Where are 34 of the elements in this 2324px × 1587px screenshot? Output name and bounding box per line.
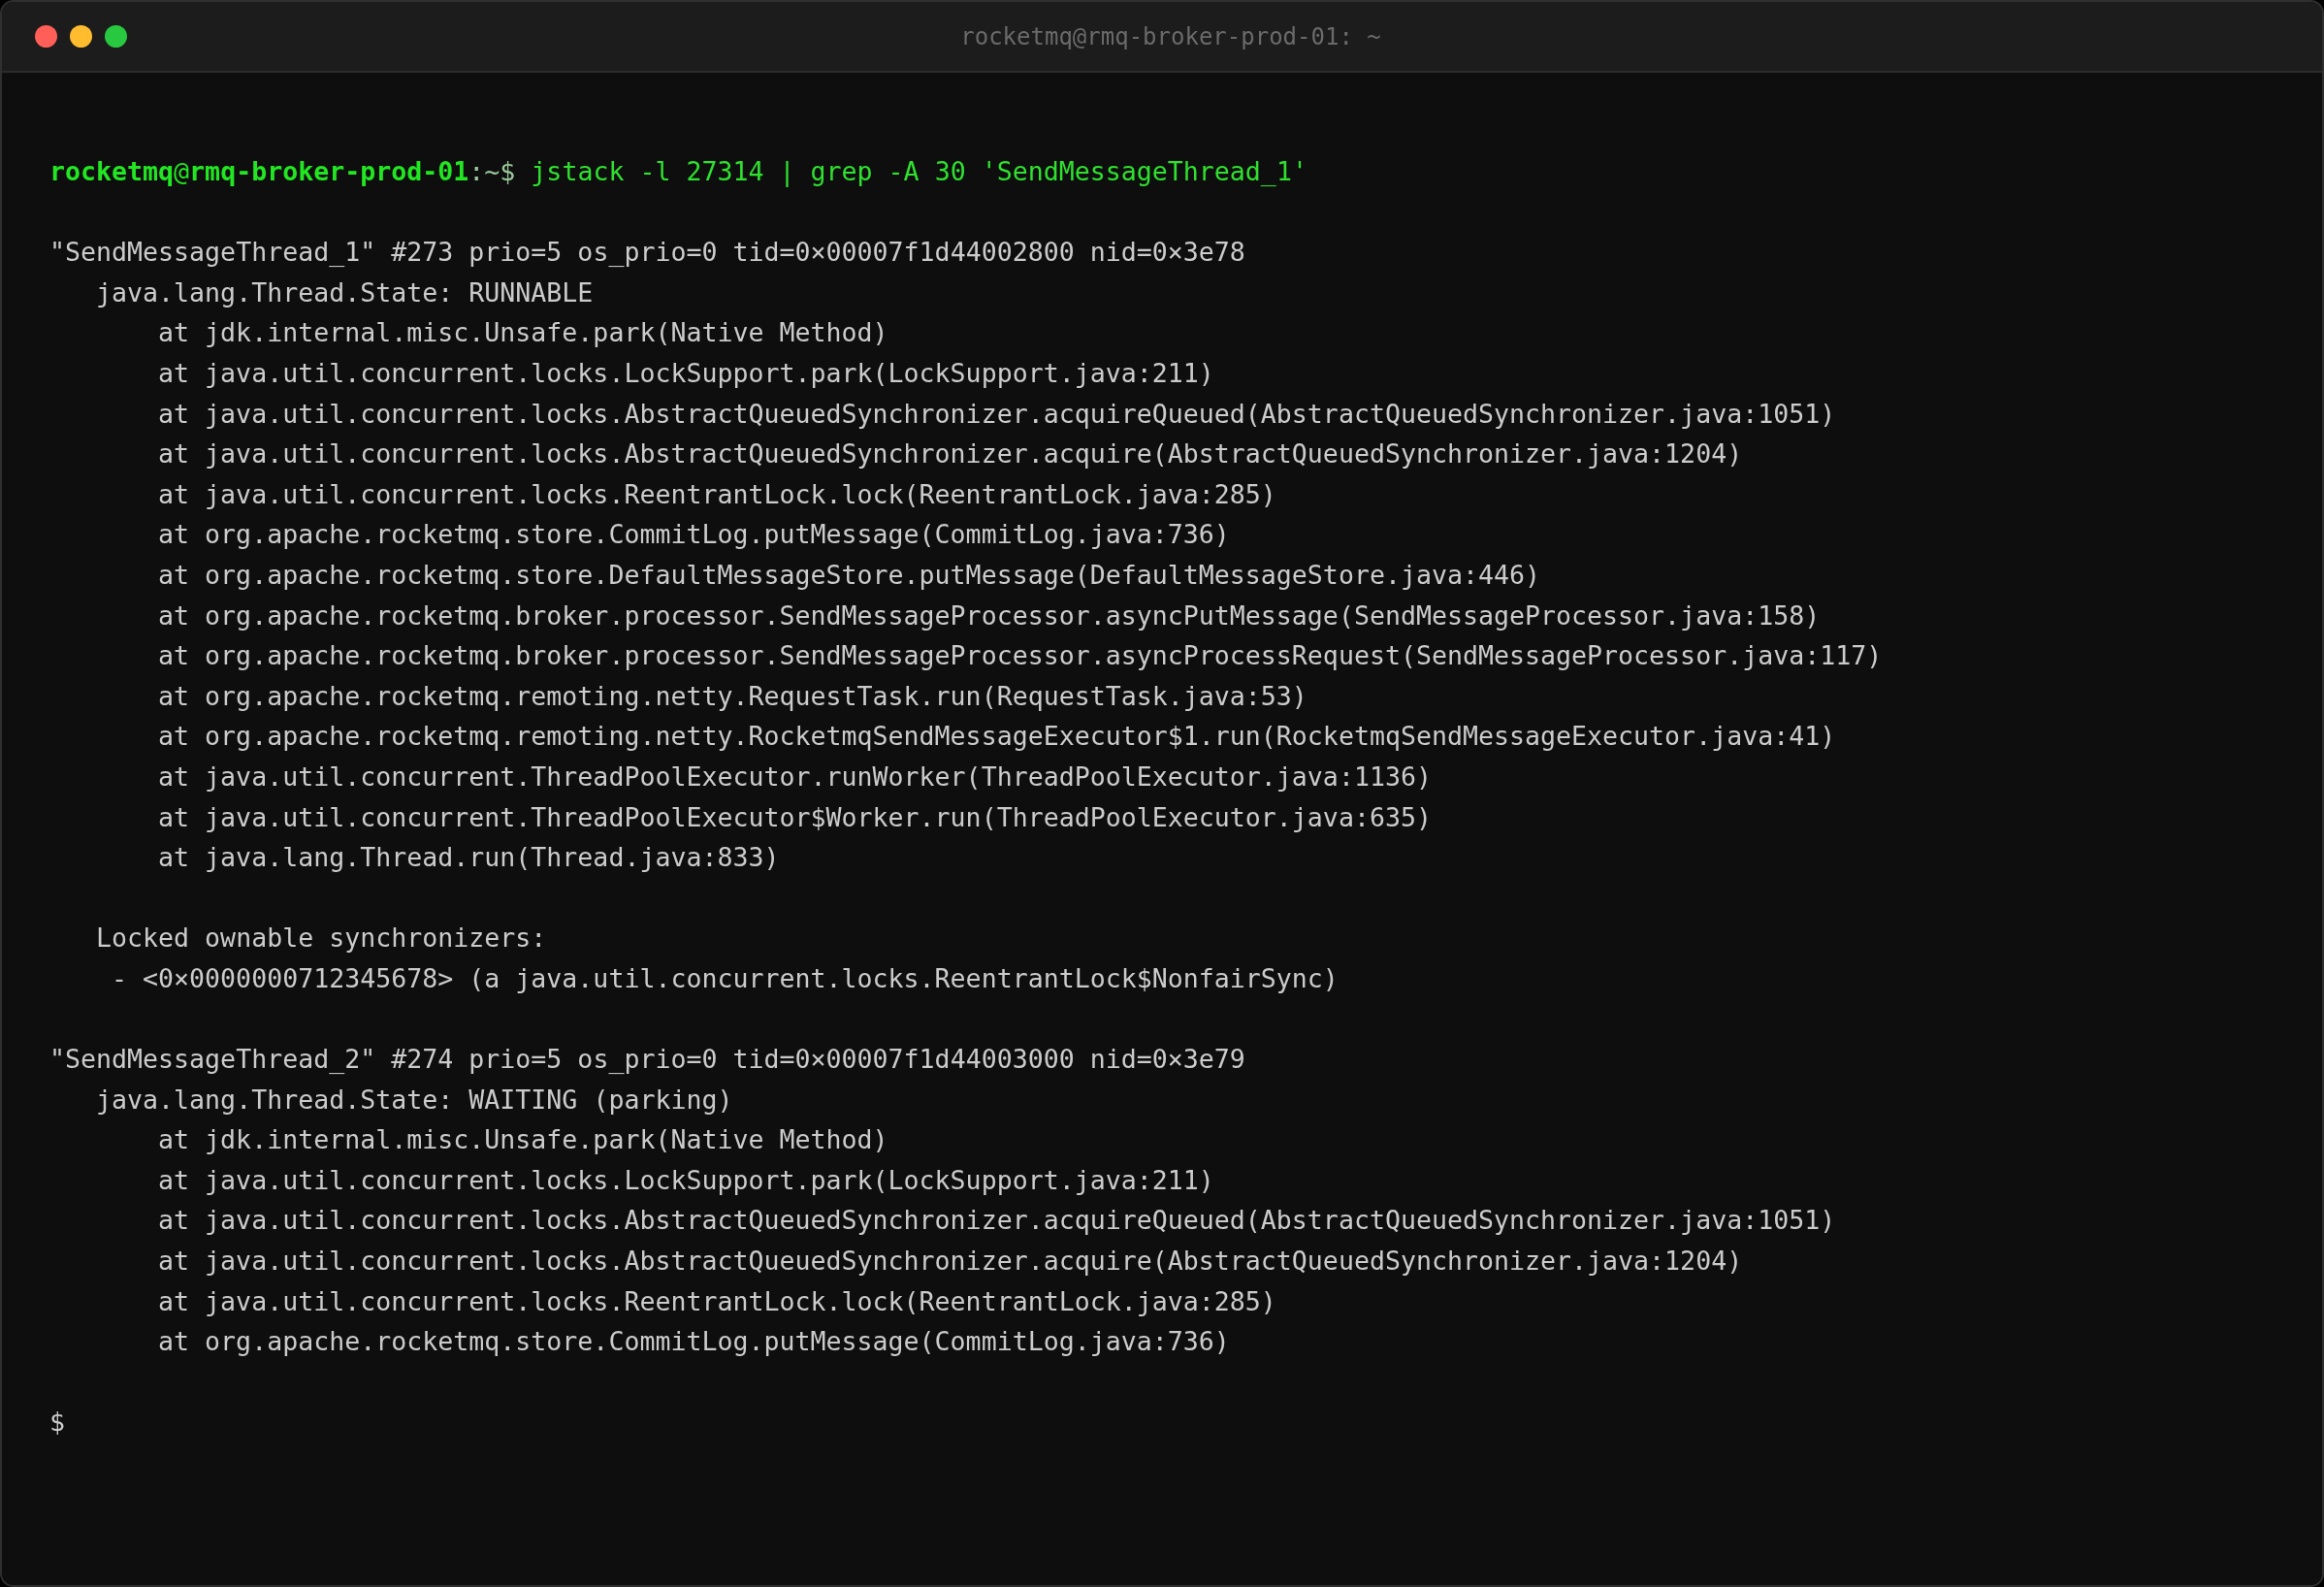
command-text: jstack -l 27314 | grep -A 30 'SendMessageThread_1': [531, 155, 1307, 189]
stack-frame: at java.util.concurrent.ThreadPoolExecutor$Worker.run(ThreadPoolExecutor.java:635): [158, 796, 1432, 838]
stack-frame: at java.util.concurrent.locks.LockSupport.park(LockSupport.java:211): [158, 352, 1214, 394]
window-title: rocketmq@rmq-broker-prod-01: ~: [960, 21, 1381, 51]
section-heading: Locked ownable synchronizers:: [96, 922, 547, 955]
prompt-user-host: rocketmq@rmq-broker-prod-01: [49, 155, 469, 188]
stack-frame: at jdk.internal.misc.Unsafe.park(Native Method): [158, 312, 888, 353]
close-button[interactable]: [35, 25, 57, 48]
shell-prompt: $: [49, 1406, 65, 1440]
stack-frame: at org.apache.rocketmq.broker.processor.SendMessageProcessor.asyncPutMessage(SendMessageProcessor.java:158): [158, 595, 1821, 636]
stack-frame: at java.util.concurrent.locks.AbstractQueuedSynchronizer.acquireQueued(AbstractQueuedSynchronizer.java:1051): [158, 393, 1836, 435]
thread-header: "SendMessageThread_2" #274 prio=5 os_prio=0 tid=0×00007f1d44003000 nid=0×3e79: [49, 1043, 1245, 1077]
lock-entry: - <0×0000000712345678> (a java.util.concurrent.locks.ReentrantLock$NonfairSync): [112, 961, 1339, 995]
thread-header: "SendMessageThread_1" #273 prio=5 os_prio=0 tid=0×00007f1d44002800 nid=0×3e78: [49, 236, 1245, 270]
stack-frame: at org.apache.rocketmq.store.DefaultMessageStore.putMessage(DefaultMessageStore.java:446): [158, 554, 1541, 596]
stack-frame: at jdk.internal.misc.Unsafe.park(Native Method): [158, 1119, 888, 1160]
stack-frame: at org.apache.rocketmq.remoting.netty.RequestTask.run(RequestTask.java:53): [158, 675, 1307, 717]
prompt-path: :~$: [468, 155, 516, 188]
stack-frame: at java.util.concurrent.locks.AbstractQueuedSynchronizer.acquire(AbstractQueuedSynchronizer.java:1204): [158, 1241, 1743, 1281]
stack-frame: at java.util.concurrent.locks.AbstractQueuedSynchronizer.acquire(AbstractQueuedSynchronizer.java:1204): [158, 434, 1743, 474]
stack-frame: at java.util.concurrent.locks.LockSupport.park(LockSupport.java:211): [158, 1159, 1214, 1201]
thread-state: java.lang.Thread.State: WAITING (parking): [96, 1083, 733, 1117]
stack-frame: at java.util.concurrent.locks.ReentrantLock.lock(ReentrantLock.java:285): [158, 473, 1276, 515]
thread-state: java.lang.Thread.State: RUNNABLE: [96, 275, 594, 309]
stack-frame: at java.util.concurrent.locks.AbstractQueuedSynchronizer.acquireQueued(AbstractQueuedSynchronizer.java:1051): [158, 1200, 1836, 1242]
stack-frame: at org.apache.rocketmq.store.CommitLog.putMessage(CommitLog.java:736): [158, 1321, 1230, 1362]
stack-frame: at org.apache.rocketmq.remoting.netty.RocketmqSendMessageExecutor$1.run(RocketmqSendMessageExecutor.java:41): [158, 716, 1836, 757]
minimize-button[interactable]: [70, 25, 92, 48]
stack-frame: at java.util.concurrent.ThreadPoolExecutor.runWorker(ThreadPoolExecutor.java:1136): [158, 756, 1432, 797]
stack-frame: at java.lang.Thread.run(Thread.java:833): [158, 837, 780, 878]
zoom-button[interactable]: [105, 25, 127, 48]
stack-frame: at java.util.concurrent.locks.ReentrantLock.lock(ReentrantLock.java:285): [158, 1280, 1276, 1322]
stack-frame: at org.apache.rocketmq.store.CommitLog.putMessage(CommitLog.java:736): [158, 514, 1230, 555]
stack-frame: at org.apache.rocketmq.broker.processor.SendMessageProcessor.asyncProcessRequest(SendMessageProcessor.java:117): [158, 635, 1883, 676]
